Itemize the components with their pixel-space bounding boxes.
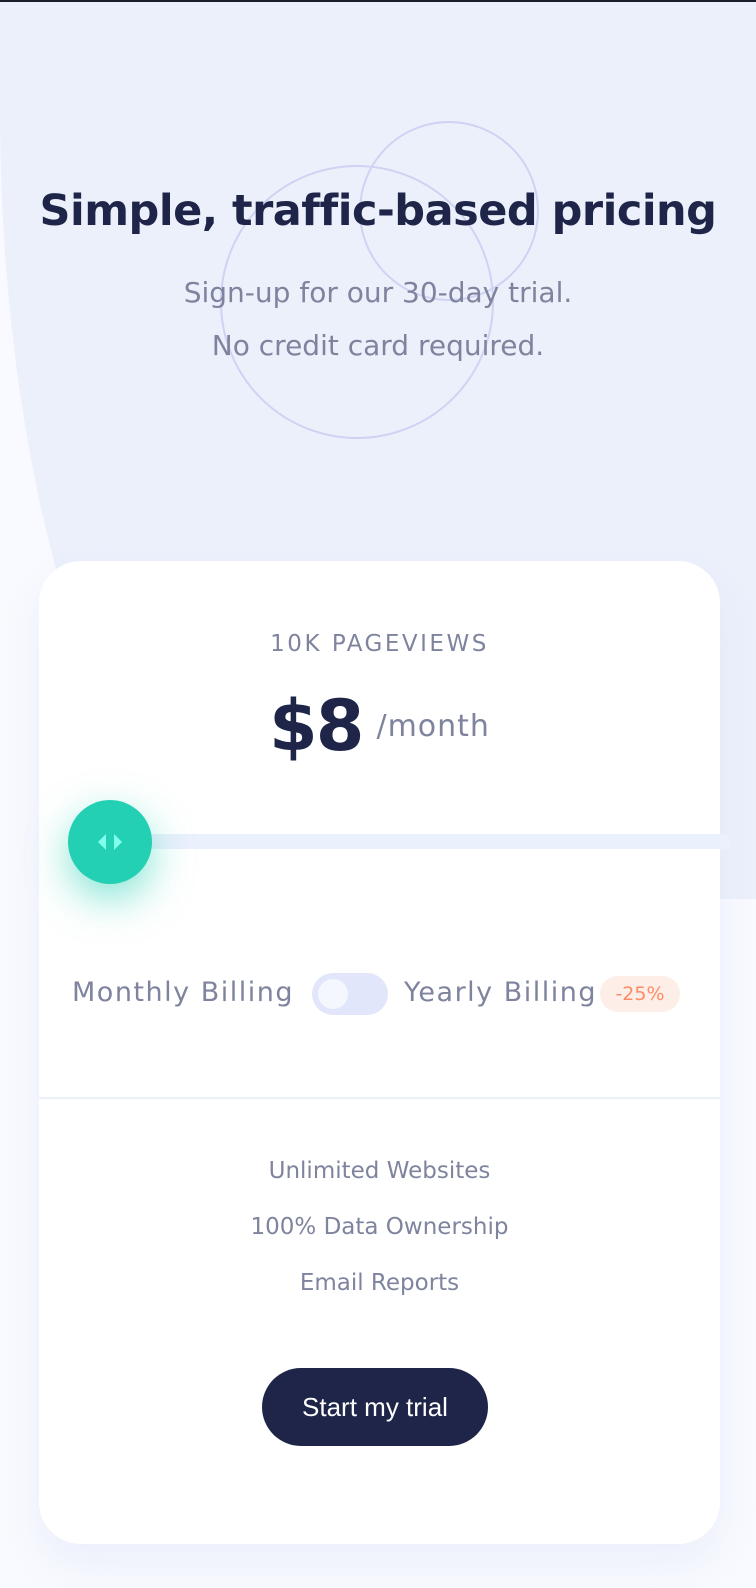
left-right-arrows-icon — [98, 834, 122, 850]
start-trial-button-label: Start my trial — [302, 1391, 448, 1422]
features-list: Unlimited Websites 100% Data Ownership E… — [39, 1158, 720, 1326]
decorative-circles-pattern — [220, 121, 539, 439]
card-divider — [39, 1097, 720, 1099]
pricing-card: 10K PAGEVIEWS $8/month Monthly Billing Y… — [39, 561, 731, 1544]
feature-item-data-ownership: 100% Data Ownership — [250, 1214, 509, 1240]
page-title: Simple, traffic-based pricing — [39, 186, 717, 236]
feature-item-websites: Unlimited Websites — [268, 1158, 491, 1184]
price-period: /month — [376, 708, 490, 744]
billing-toggle-switch[interactable] — [312, 973, 388, 1015]
toggle-knob — [318, 979, 348, 1009]
price-display: $8/month — [39, 685, 720, 767]
pageviews-slider-thumb[interactable] — [68, 800, 152, 884]
feature-item-email-reports: Email Reports — [299, 1270, 460, 1296]
yearly-billing-label: Yearly Billing — [404, 977, 598, 1008]
price-amount: $8 — [269, 685, 364, 767]
hero-subtitle-trial: Sign-up for our 30-day trial. — [183, 276, 573, 309]
billing-toggle-row: Monthly Billing Yearly Billing -25% — [39, 973, 720, 1015]
monthly-billing-label: Monthly Billing — [72, 977, 294, 1008]
hero-subtitle-no-card: No credit card required. — [211, 329, 545, 362]
discount-badge: -25% — [600, 976, 680, 1012]
pageviews-slider-track[interactable] — [111, 834, 731, 849]
pageviews-count: 10K PAGEVIEWS — [270, 631, 489, 657]
start-trial-button[interactable]: Start my trial — [262, 1368, 488, 1446]
